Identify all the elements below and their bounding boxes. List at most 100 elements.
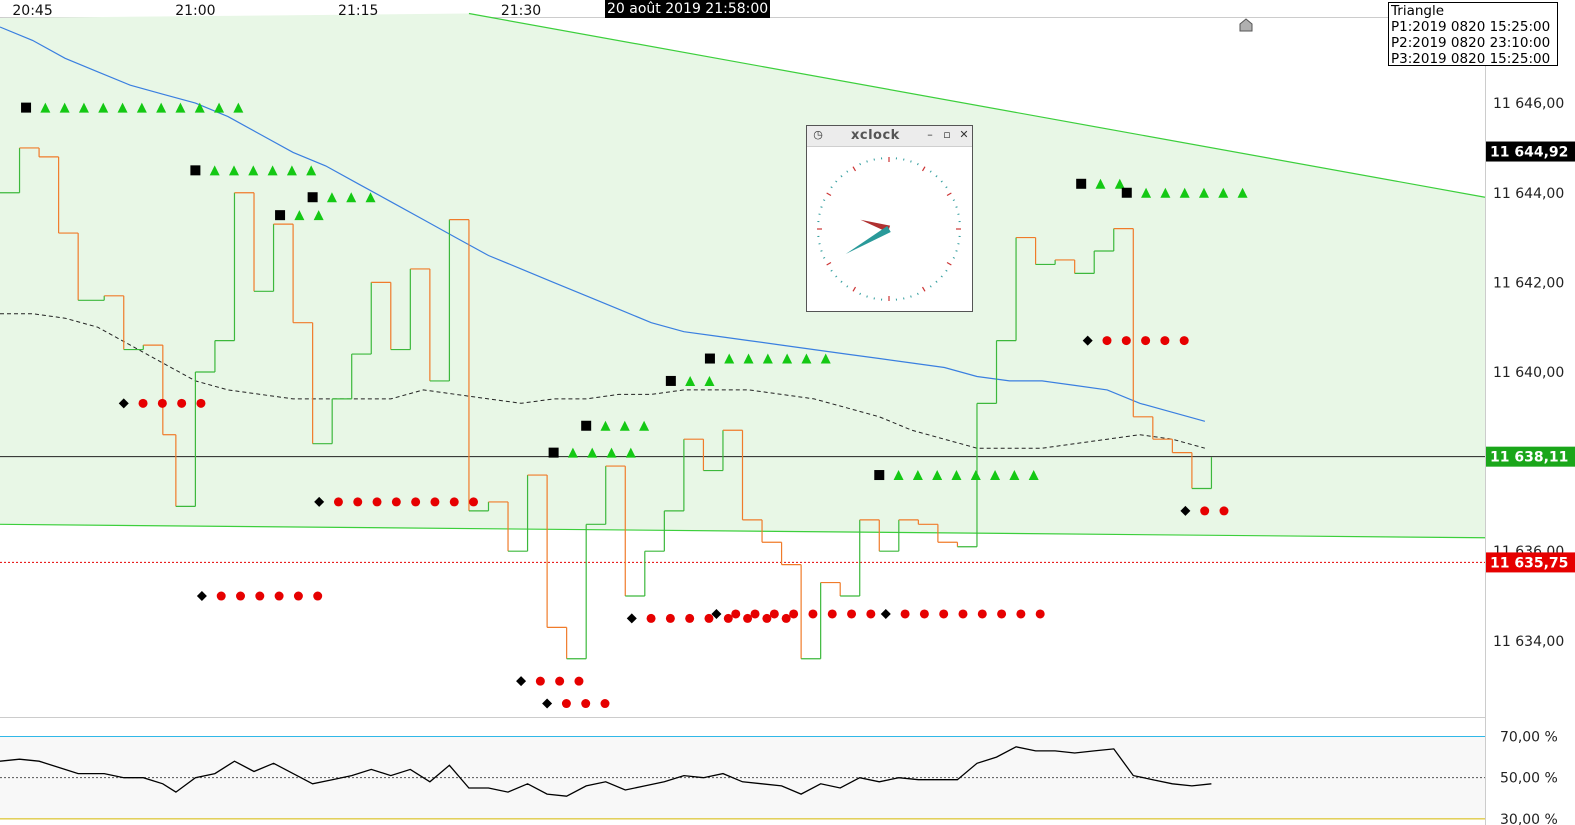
sell-dot bbox=[372, 497, 382, 507]
clock-tick bbox=[846, 170, 849, 173]
sell-dot bbox=[293, 591, 303, 601]
clock-tick bbox=[866, 295, 868, 298]
sell-dot bbox=[1200, 506, 1210, 516]
sell-dot bbox=[535, 676, 545, 686]
oscillator-tick-label: 50,00 % bbox=[1500, 771, 1558, 787]
sell-dot bbox=[866, 609, 876, 619]
time-tick-label: 20:45 bbox=[12, 3, 52, 19]
price-tick-label: 11 634,00 bbox=[1493, 634, 1564, 650]
sell-dot bbox=[685, 613, 695, 623]
sell-dot bbox=[430, 497, 440, 507]
clock-tick bbox=[830, 186, 833, 189]
buy-signal-square bbox=[581, 420, 592, 431]
clock-tick bbox=[823, 257, 826, 259]
time-tick-label: 21:30 bbox=[501, 3, 541, 19]
sell-dot bbox=[1035, 609, 1045, 619]
buy-signal-square bbox=[874, 470, 885, 481]
legend-point-3: P3:2019 0820 15:25:00 bbox=[1391, 51, 1551, 67]
clock-tick bbox=[910, 295, 912, 298]
clock-tick bbox=[955, 250, 958, 252]
sell-dot bbox=[977, 609, 987, 619]
legend-point-1: P1:2019 0820 15:25:00 bbox=[1391, 19, 1551, 35]
clock-tick bbox=[921, 166, 926, 172]
price-tick-label: 11 644,00 bbox=[1493, 186, 1564, 202]
clock-tick bbox=[946, 261, 952, 266]
buy-signal-square bbox=[1076, 178, 1087, 189]
oscillator-tick-label: 30,00 % bbox=[1500, 812, 1558, 825]
chart-canvas[interactable]: 70,00 % 50,00 % 30,00 % 20:45 21:00 21:15 21:3… bbox=[0, 0, 1575, 825]
clock-tick bbox=[940, 275, 943, 278]
price-tick-label: 11 642,00 bbox=[1493, 275, 1564, 291]
clock-tick bbox=[820, 206, 823, 208]
time-tick-label: 21:15 bbox=[338, 3, 378, 19]
clock-tick bbox=[910, 160, 912, 163]
sell-dot bbox=[731, 609, 741, 619]
buy-signal-square bbox=[548, 447, 559, 458]
clock-tick bbox=[840, 280, 843, 283]
clock-tick bbox=[830, 269, 833, 272]
clock-tick bbox=[823, 199, 826, 201]
sell-dot bbox=[665, 613, 675, 623]
clock-tick bbox=[852, 166, 857, 172]
clock-tick bbox=[859, 163, 861, 166]
clock-icon: ◷ bbox=[813, 128, 823, 141]
clock-face bbox=[817, 157, 961, 301]
sell-dot bbox=[762, 613, 772, 623]
legend-title: Triangle bbox=[1391, 3, 1445, 19]
sell-dot bbox=[555, 676, 565, 686]
sell-dot bbox=[1102, 336, 1112, 346]
clock-tick bbox=[921, 286, 926, 292]
home-marker-icon[interactable] bbox=[1238, 17, 1254, 33]
buy-signal-square bbox=[190, 165, 201, 176]
sell-dot bbox=[600, 699, 610, 709]
clock-tick bbox=[952, 257, 955, 259]
sell-dot bbox=[919, 609, 929, 619]
buy-signal-square bbox=[665, 375, 676, 386]
clock-tick bbox=[826, 261, 832, 266]
buy-signal-square bbox=[1121, 187, 1132, 198]
sell-dot bbox=[1160, 336, 1170, 346]
clock-tick bbox=[859, 292, 861, 295]
sell-dot bbox=[313, 591, 323, 601]
sell-dot bbox=[236, 591, 246, 601]
sell-dot bbox=[769, 609, 779, 619]
clock-minute-hand bbox=[845, 225, 891, 254]
clock-tick bbox=[835, 180, 838, 183]
xclock-window[interactable]: ◷ xclock – ▫ ✕ bbox=[806, 125, 973, 312]
price-tag-label: 11 635,75 bbox=[1490, 555, 1568, 571]
buy-signal-square bbox=[704, 353, 715, 364]
minimize-button[interactable]: – bbox=[923, 128, 937, 142]
clock-tick bbox=[946, 192, 952, 197]
price-tag-label: 11 644,92 bbox=[1490, 145, 1568, 161]
xclock-titlebar[interactable]: ◷ xclock – ▫ ✕ bbox=[807, 126, 972, 147]
sell-dot bbox=[723, 613, 733, 623]
clock-tick bbox=[866, 160, 868, 163]
close-button[interactable]: ✕ bbox=[957, 128, 971, 142]
sell-dot bbox=[750, 609, 760, 619]
buy-signal-square bbox=[275, 210, 286, 221]
clock-tick bbox=[929, 170, 932, 173]
sell-dot bbox=[847, 609, 857, 619]
clock-tick bbox=[940, 180, 943, 183]
price-tick-label: 11 646,00 bbox=[1493, 96, 1564, 112]
sell-dot bbox=[196, 398, 206, 408]
clock-tick bbox=[917, 163, 919, 166]
oscillator-panel bbox=[0, 736, 1485, 820]
sell-dot bbox=[274, 591, 284, 601]
sell-dot bbox=[743, 613, 753, 623]
maximize-button[interactable]: ▫ bbox=[940, 128, 954, 142]
clock-tick bbox=[846, 285, 849, 288]
clock-tick bbox=[935, 280, 938, 283]
sell-dot bbox=[900, 609, 910, 619]
oscillator-tick-label: 70,00 % bbox=[1500, 730, 1558, 746]
sell-dot bbox=[1179, 336, 1189, 346]
legend-point-2: P2:2019 0820 23:10:00 bbox=[1391, 35, 1551, 51]
sell-dot bbox=[157, 398, 167, 408]
time-tick-label: 21:00 bbox=[175, 3, 215, 19]
clock-tick bbox=[852, 286, 857, 292]
sell-dot bbox=[1219, 506, 1229, 516]
sell-dot bbox=[411, 497, 421, 507]
clock-tick bbox=[945, 269, 948, 272]
clock-tick bbox=[955, 206, 958, 208]
sell-dot bbox=[958, 609, 968, 619]
